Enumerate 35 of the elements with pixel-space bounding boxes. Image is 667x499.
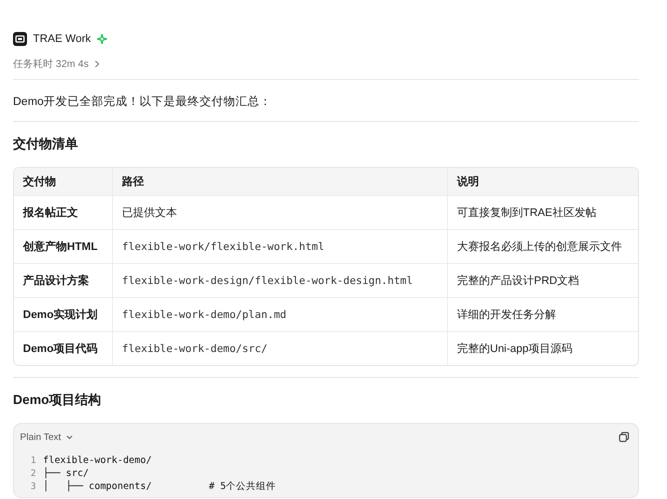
table-cell: 详细的开发任务分解: [447, 297, 638, 331]
app-logo-icon: [13, 32, 27, 46]
line-number: 2: [30, 468, 36, 478]
table-cell: Demo实现计划: [14, 297, 112, 331]
table-cell: 已提供文本: [112, 195, 447, 229]
task-duration-link[interactable]: 任务耗时 32m 4s: [13, 57, 100, 71]
table-cell: Demo项目代码: [14, 331, 112, 365]
section-heading: Demo项目结构: [13, 391, 102, 409]
copy-icon[interactable]: [619, 432, 629, 442]
intro-text: Demo开发已全部完成！以下是最终交付物汇总：: [13, 94, 273, 109]
code-line: ├── src/: [43, 468, 89, 479]
table-cell: 创意产物HTML: [14, 229, 112, 263]
table-cell: 产品设计方案: [14, 263, 112, 297]
table-cell: flexible-work-demo/src/: [112, 331, 447, 365]
app-name: TRAE Work: [33, 33, 91, 45]
caret-icon: [66, 434, 74, 440]
column-header: 交付物: [14, 168, 112, 195]
chevron-icon: [94, 60, 100, 68]
table-cell: 完整的Uni-app项目源码: [447, 331, 638, 365]
code-line: │ ├── components/ # 5个公共组件: [43, 480, 276, 493]
line-number: 1: [30, 456, 36, 466]
table-cell: flexible-work/flexible-work.html: [112, 229, 447, 263]
column-header: 说明: [447, 168, 638, 195]
language-dropdown[interactable]: Plain Text: [20, 432, 74, 442]
table-cell: 完整的产品设计PRD文档: [447, 263, 638, 297]
table-cell: 大赛报名必须上传的创意展示文件: [447, 229, 638, 263]
column-header: 路径: [112, 168, 447, 195]
table-cell: flexible-work-design/flexible-work-design.html: [112, 263, 447, 297]
sparkle-icon: [96, 34, 107, 44]
table-cell: 可直接复制到TRAE社区发帖: [447, 195, 638, 229]
line-number: 3: [30, 482, 36, 492]
section-heading: 交付物清单: [13, 135, 79, 153]
table-cell: 报名帖正文: [14, 195, 112, 229]
code-line: flexible-work-demo/: [43, 455, 152, 466]
table-cell: flexible-work-demo/plan.md: [112, 297, 447, 331]
